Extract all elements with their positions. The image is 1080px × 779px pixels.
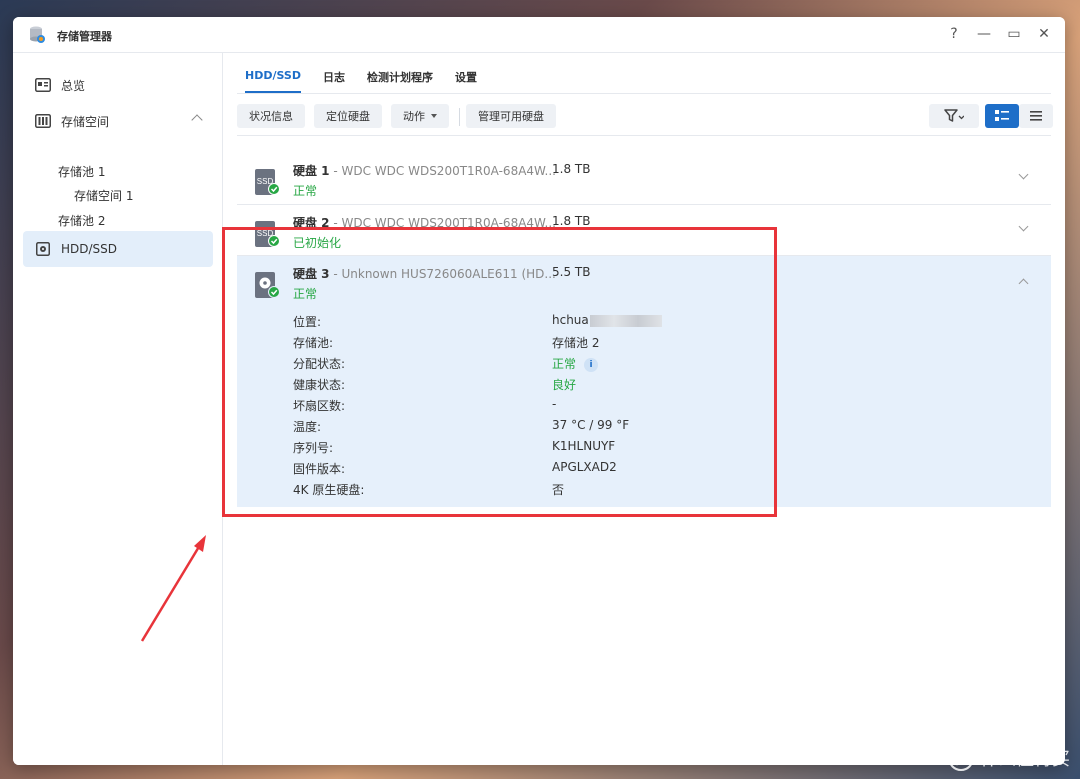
sidebar-item-pool-1[interactable]: 存储池 1 bbox=[58, 163, 105, 180]
sidebar-item-pool-2[interactable]: 存储池 2 bbox=[58, 212, 105, 229]
detail-value-firmware: APGLXAD2 bbox=[552, 460, 617, 474]
sidebar-item-hdd-ssd[interactable]: HDD/SSD bbox=[23, 231, 213, 267]
main-panel: HDD/SSD 日志 检测计划程序 设置 状况信息 定位硬盘 动作 管理可用硬盘 bbox=[223, 53, 1065, 765]
disk-model: - Unknown HUS726060ALE611 (HD... bbox=[329, 267, 556, 281]
ssd-icon: SSD bbox=[255, 221, 280, 247]
redacted-text bbox=[589, 314, 662, 327]
disk-label: 硬盘 1 bbox=[293, 164, 330, 178]
sidebar-item-label: 存储空间 bbox=[61, 114, 110, 129]
disk-model: - WDC WDC WDS200T1R0A-68A4W... bbox=[329, 216, 556, 230]
disk-row-3[interactable]: 硬盘 3 - Unknown HUS726060ALE611 (HD... 5.… bbox=[237, 256, 1051, 507]
disk-size: 1.8 TB bbox=[552, 162, 591, 176]
tab-bar: HDD/SSD 日志 检测计划程序 设置 bbox=[245, 69, 477, 93]
detail-value-serial: K1HLNUYF bbox=[552, 439, 616, 453]
disk-row-1[interactable]: SSD 硬盘 1 - WDC WDC WDS200T1R0A-68A4W... … bbox=[237, 153, 1051, 205]
filter-button[interactable] bbox=[929, 104, 979, 128]
detail-label-serial: 序列号: bbox=[293, 441, 334, 455]
disk-model: - WDC WDC WDS200T1R0A-68A4W... bbox=[329, 164, 556, 178]
detail-label-allocation: 分配状态: bbox=[293, 357, 346, 371]
maximize-icon[interactable]: ▭ bbox=[1007, 26, 1021, 42]
disk-title: 硬盘 1 - WDC WDC WDS200T1R0A-68A4W... bbox=[293, 162, 556, 179]
toolbar: 状况信息 定位硬盘 动作 管理可用硬盘 bbox=[237, 104, 1053, 128]
manage-available-disks-button[interactable]: 管理可用硬盘 bbox=[466, 104, 556, 128]
watermark-text: 什么值得买 bbox=[980, 749, 1070, 770]
detail-label-4k-native: 4K 原生硬盘: bbox=[293, 483, 365, 497]
hdd-icon bbox=[255, 272, 280, 298]
card-view-icon bbox=[995, 110, 1009, 121]
close-icon[interactable]: ✕ bbox=[1037, 26, 1051, 42]
info-icon[interactable]: i bbox=[584, 357, 599, 372]
minimize-icon[interactable]: — bbox=[977, 26, 991, 42]
tabs-divider bbox=[237, 93, 1051, 94]
toolbar-separator bbox=[459, 108, 460, 126]
disk-title: 硬盘 3 - Unknown HUS726060ALE611 (HD... bbox=[293, 265, 556, 282]
chevron-down-icon[interactable] bbox=[1018, 221, 1029, 232]
detail-value-bad-sectors: - bbox=[552, 397, 557, 411]
detail-label-bad-sectors: 坏扇区数: bbox=[293, 399, 346, 413]
disk-row-2[interactable]: SSD 硬盘 2 - WDC WDC WDS200T1R0A-68A4W... … bbox=[237, 205, 1051, 256]
sidebar-item-label: 总览 bbox=[61, 78, 86, 93]
disk-status: 正常 bbox=[293, 184, 318, 198]
sidebar-item-storage[interactable]: 存储空间 bbox=[23, 103, 213, 139]
sidebar-item-volume-1[interactable]: 存储空间 1 bbox=[74, 187, 133, 204]
watermark-logo-icon: 值 bbox=[948, 745, 974, 771]
detail-value-location: hchua bbox=[552, 313, 662, 327]
detail-value-4k-native: 否 bbox=[552, 483, 565, 497]
status-info-button[interactable]: 状况信息 bbox=[237, 104, 305, 128]
disk-label: 硬盘 3 bbox=[293, 267, 330, 281]
storage-manager-window: 存储管理器 ? — ▭ ✕ 总览 存储空间 存储池 1 存储空间 1 存储池 2 bbox=[13, 17, 1065, 765]
hdd-icon bbox=[35, 241, 51, 257]
sidebar-item-label: HDD/SSD bbox=[61, 242, 118, 256]
disk-title: 硬盘 2 - WDC WDC WDS200T1R0A-68A4W... bbox=[293, 214, 556, 231]
storage-manager-app-icon bbox=[30, 26, 45, 43]
caret-down-icon bbox=[431, 114, 437, 118]
sidebar-item-overview[interactable]: 总览 bbox=[23, 67, 213, 103]
filter-icon bbox=[944, 109, 964, 122]
ssd-icon: SSD bbox=[255, 169, 280, 195]
detail-label-temperature: 温度: bbox=[293, 420, 322, 434]
detail-label-firmware: 固件版本: bbox=[293, 462, 346, 476]
disk-status: 已初始化 bbox=[293, 236, 342, 250]
disk-size: 1.8 TB bbox=[552, 214, 591, 228]
chevron-up-icon[interactable] bbox=[1018, 278, 1029, 289]
detail-label-health: 健康状态: bbox=[293, 378, 346, 392]
list-view-icon bbox=[1030, 111, 1042, 121]
tab-hdd-ssd[interactable]: HDD/SSD bbox=[245, 69, 301, 93]
tab-test-scheduler[interactable]: 检测计划程序 bbox=[367, 69, 433, 93]
locate-disk-button[interactable]: 定位硬盘 bbox=[314, 104, 382, 128]
card-view-button[interactable] bbox=[985, 104, 1019, 128]
disk-label: 硬盘 2 bbox=[293, 216, 330, 230]
action-dropdown-button[interactable]: 动作 bbox=[391, 104, 449, 128]
disk-size: 5.5 TB bbox=[552, 265, 591, 279]
chevron-up-icon[interactable] bbox=[191, 114, 203, 126]
chevron-down-icon[interactable] bbox=[1018, 169, 1029, 180]
detail-label-location: 位置: bbox=[293, 315, 322, 329]
list-view-button[interactable] bbox=[1019, 104, 1053, 128]
disk-status: 正常 bbox=[293, 287, 318, 301]
sidebar: 总览 存储空间 存储池 1 存储空间 1 存储池 2 HDD/SSD bbox=[13, 53, 223, 765]
detail-label-pool: 存储池: bbox=[293, 336, 334, 350]
title-bar[interactable]: 存储管理器 ? — ▭ ✕ bbox=[13, 17, 1065, 53]
tab-settings[interactable]: 设置 bbox=[455, 69, 477, 93]
tab-log[interactable]: 日志 bbox=[323, 69, 345, 93]
storage-icon bbox=[35, 113, 51, 129]
help-icon[interactable]: ? bbox=[947, 26, 961, 42]
detail-value-health: 良好 bbox=[552, 378, 577, 392]
window-title: 存储管理器 bbox=[57, 30, 112, 43]
watermark: 值 什么值得买 bbox=[948, 745, 1070, 771]
detail-value-pool: 存储池 2 bbox=[552, 336, 600, 350]
overview-icon bbox=[35, 77, 51, 93]
toolbar-divider bbox=[237, 135, 1051, 136]
detail-value-allocation: 正常 i bbox=[552, 355, 599, 372]
detail-value-temperature: 37 °C / 99 °F bbox=[552, 418, 630, 432]
